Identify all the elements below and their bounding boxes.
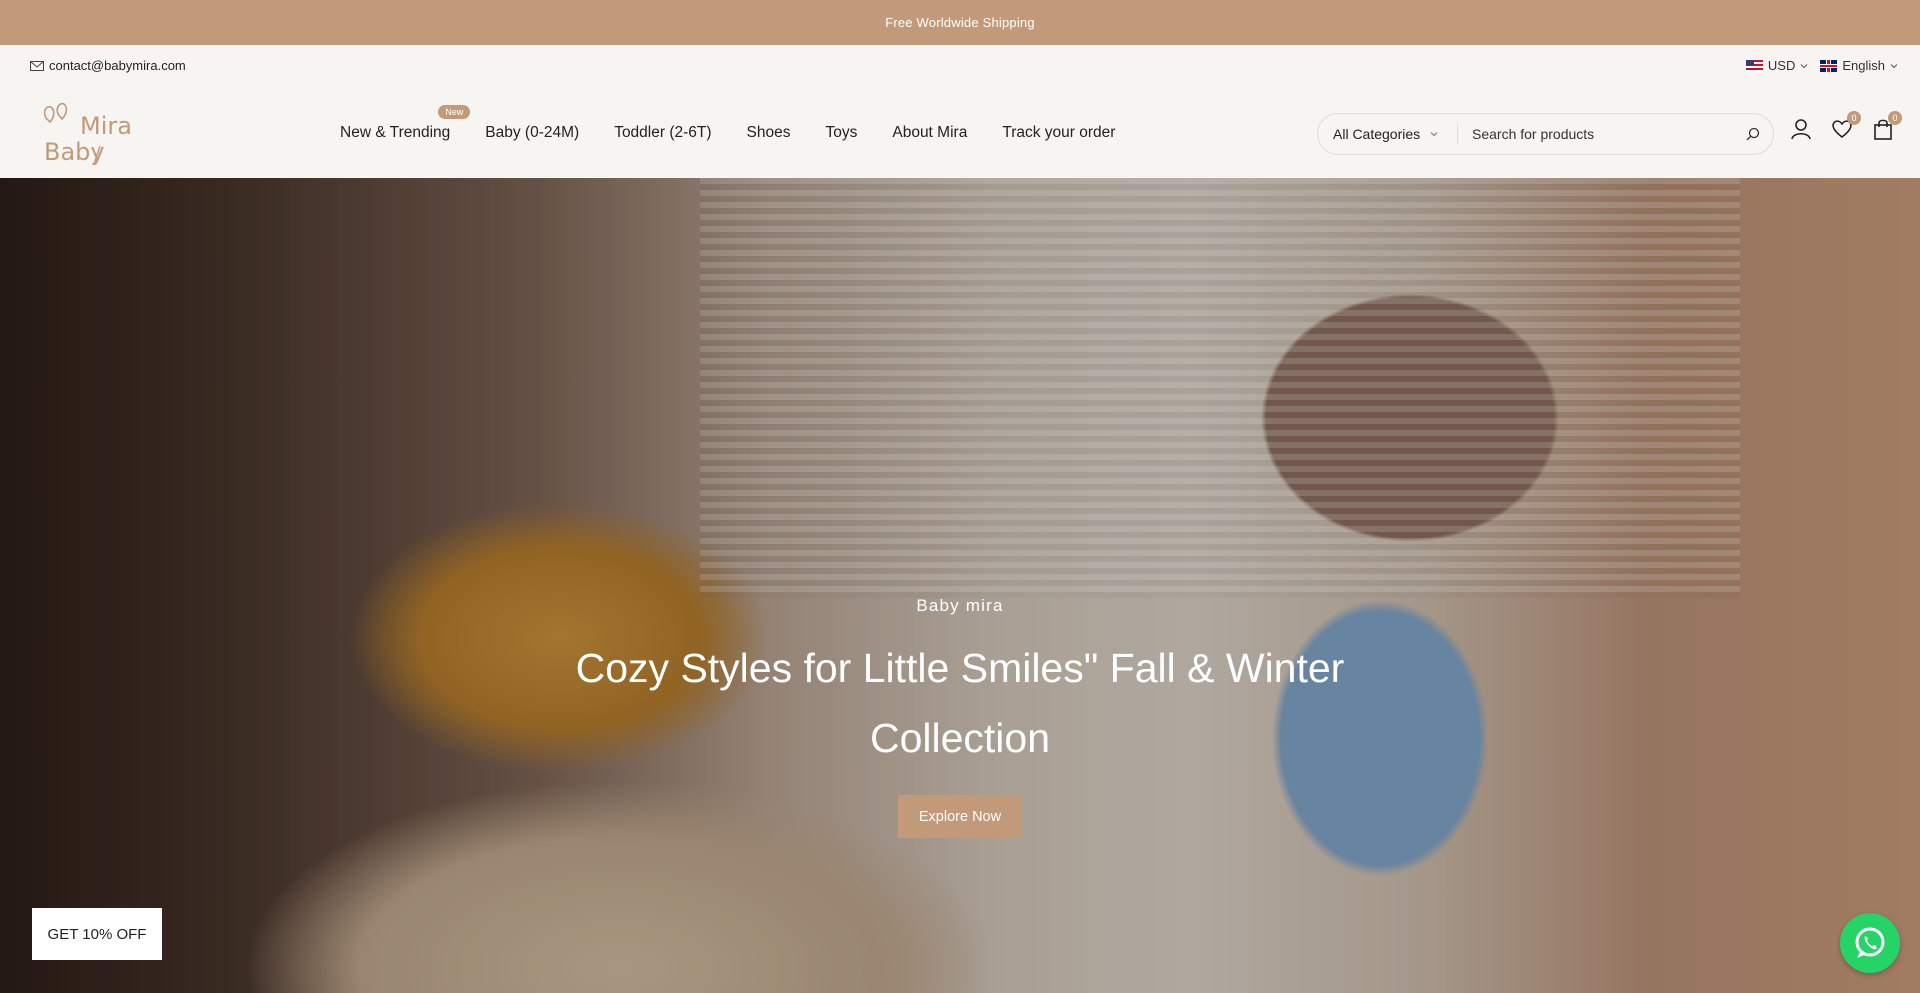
mail-icon [30,60,44,71]
nav-item-toys[interactable]: Toys [825,124,857,142]
main-nav: New & Trending New Baby (0-24M) Toddler … [340,88,1150,178]
search-input[interactable] [1458,126,1733,142]
search-bar: All Categories [1317,113,1774,155]
hero-banner: Baby mira Cozy Styles for Little Smiles"… [0,178,1920,993]
language-label: English [1842,58,1885,73]
announcement-bar: Free Worldwide Shipping [0,0,1920,45]
nav-item-new-trending[interactable]: New & Trending New [340,105,471,142]
category-select[interactable]: All Categories [1318,124,1458,144]
svg-text:Baby: Baby [44,138,105,166]
hero-title: Cozy Styles for Little Smiles" Fall & Wi… [575,645,1345,761]
nav-item-baby[interactable]: Baby (0-24M) [485,124,579,142]
whatsapp-icon [1855,927,1885,958]
cart-button[interactable]: 0 [1872,111,1902,140]
account-button[interactable] [1790,118,1812,140]
wishlist-count-badge: 0 [1847,111,1861,125]
language-selector[interactable]: English [1820,58,1898,73]
search-button[interactable] [1733,114,1773,154]
nav-item-toddler[interactable]: Toddler (2-6T) [614,124,711,142]
search-icon [1746,127,1760,141]
top-bar: contact@babymira.com USD English [0,45,1920,88]
uk-flag-icon [1820,59,1838,72]
whatsapp-chat-button[interactable] [1840,913,1900,973]
hero-eyebrow: Baby mira [916,596,1004,615]
wishlist-button[interactable]: 0 [1831,111,1861,140]
cart-count-badge: 0 [1888,111,1902,125]
us-flag-icon [1745,59,1763,72]
explore-now-button[interactable]: Explore Now [898,795,1022,838]
site-header: Mira Baby New & Trending New Baby (0-24M… [0,88,1920,178]
discount-popup-button[interactable]: GET 10% OFF [32,908,162,960]
chevron-down-icon [1801,63,1808,68]
nav-item-label: New & Trending [340,124,451,141]
site-logo[interactable]: Mira Baby [40,100,144,166]
hero-content: Baby mira Cozy Styles for Little Smiles"… [0,178,1920,993]
contact-email: contact@babymira.com [49,58,186,73]
chevron-down-icon [1430,132,1438,137]
new-badge: New [438,105,471,119]
nav-item-track-order[interactable]: Track your order [1002,124,1115,142]
baby-mira-logo: Mira Baby [43,102,132,166]
contact-email-link[interactable]: contact@babymira.com [30,58,186,73]
currency-label: USD [1767,58,1796,73]
header-icons: 0 0 [1790,111,1913,140]
locale-switchers: USD English [1734,58,1898,73]
nav-item-about[interactable]: About Mira [892,124,967,142]
svg-text:Mira: Mira [80,112,132,140]
nav-item-shoes[interactable]: Shoes [747,124,791,142]
category-label: All Categories [1333,126,1421,142]
chevron-down-icon [1890,63,1898,68]
currency-selector[interactable]: USD [1745,58,1808,73]
announcement-text: Free Worldwide Shipping [885,15,1035,30]
user-icon [1791,119,1811,140]
